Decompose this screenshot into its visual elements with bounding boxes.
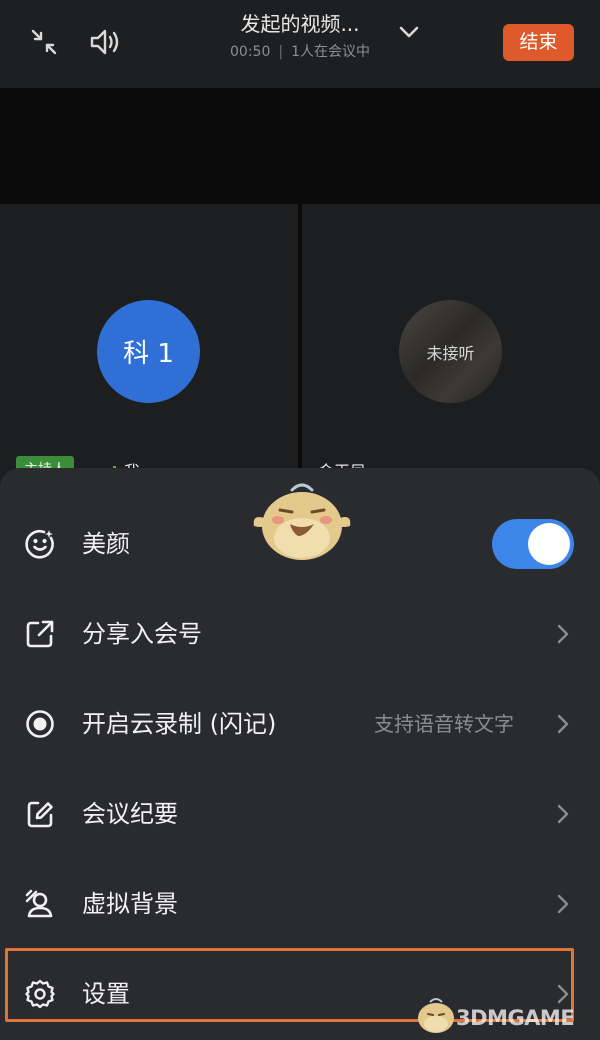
edit-note-icon [27, 801, 53, 828]
participant-avatar: 未接听 [399, 300, 502, 403]
top-bar: 发起的视频... 00:50 | 1人在会议中 结束 [0, 0, 600, 88]
gear-icon [25, 979, 55, 1009]
chevron-right-icon [557, 624, 569, 644]
beauty-toggle[interactable] [492, 519, 574, 569]
end-meeting-button[interactable]: 结束 [503, 24, 574, 61]
menu-item-cloud-record[interactable]: 开启云录制 (闪记) 支持语音转文字 [0, 679, 600, 769]
minimize-icon[interactable] [24, 22, 64, 62]
menu-item-virtual-background[interactable]: 虚拟背景 [0, 859, 600, 949]
menu-item-minutes[interactable]: 会议纪要 [0, 769, 600, 859]
chevron-right-icon [557, 804, 569, 824]
toggle-knob [528, 523, 570, 565]
speaker-icon[interactable] [86, 22, 126, 62]
beauty-label: 美颜 [82, 530, 130, 558]
record-icon [26, 710, 54, 738]
chevron-down-icon[interactable] [398, 22, 420, 42]
unanswered-status: 未接听 [426, 343, 475, 363]
meeting-title[interactable]: 发起的视频... [240, 8, 359, 40]
menu-item-share[interactable]: 分享入会号 [0, 589, 600, 679]
avatar-initials: 科 1 [123, 339, 174, 369]
self-video-tile[interactable]: 科 1 主持人 我 [0, 204, 298, 494]
avatar: 科 1 [97, 300, 200, 403]
smiley-face-icon [25, 529, 54, 559]
virtual-background-label: 虚拟背景 [82, 890, 178, 918]
meeting-status: 00:50 | 1人在会议中 [230, 44, 370, 60]
participant-video-tile[interactable]: 未接听 金玉凤 [302, 204, 600, 494]
cloud-record-hint: 支持语音转文字 [374, 712, 514, 736]
participant-count: 1人在会议中 [291, 44, 370, 60]
share-icon [26, 620, 54, 648]
minutes-label: 会议纪要 [82, 800, 178, 828]
chevron-right-icon [557, 894, 569, 914]
watermark-text: 3DMGAME [456, 1006, 575, 1030]
mascot-sticker [253, 483, 351, 560]
virtual-background-icon [25, 889, 53, 918]
share-label: 分享入会号 [82, 620, 202, 648]
chevron-right-icon [557, 714, 569, 734]
meeting-duration: 00:50 [230, 44, 271, 60]
settings-label: 设置 [82, 980, 130, 1008]
meeting-title-group[interactable]: 发起的视频... 00:50 | 1人在会议中 [160, 8, 440, 64]
cloud-record-label: 开启云录制 (闪记) [82, 710, 277, 738]
